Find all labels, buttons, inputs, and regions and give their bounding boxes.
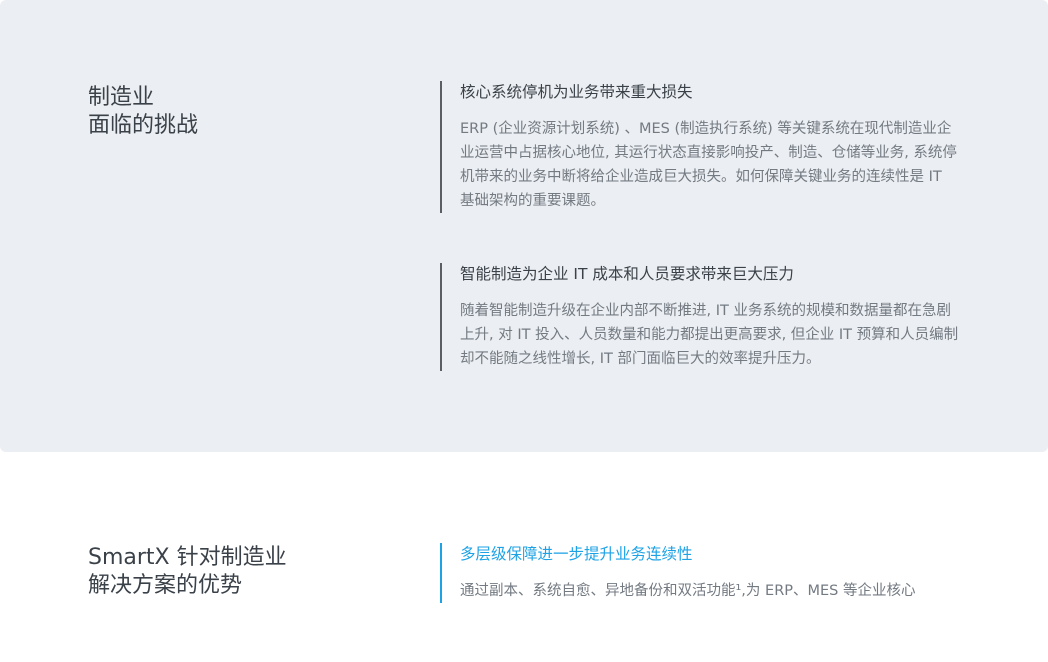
advantage-item-body: 通过副本、系统自愈、异地备份和双活功能¹,为 ERP、MES 等企业核心 <box>460 583 916 599</box>
challenge-item-downtime: 核心系统停机为业务带来重大损失 ERP (企业资源计划系统) 、MES (制造执… <box>440 81 960 213</box>
advantages-title-line1: SmartX 针对制造业 <box>88 545 287 570</box>
challenge-item-heading: 智能制造为企业 IT 成本和人员要求带来巨大压力 <box>460 265 794 283</box>
challenges-title: 制造业 面临的挑战 <box>88 84 198 140</box>
advantages-section: SmartX 针对制造业 解决方案的优势 多层级保障进一步提升业务连续性 通过副… <box>0 462 1048 662</box>
advantage-item-heading: 多层级保障进一步提升业务连续性 <box>460 545 693 563</box>
challenge-item-cost-pressure: 智能制造为企业 IT 成本和人员要求带来巨大压力 随着智能制造升级在企业内部不断… <box>440 263 960 371</box>
challenges-title-line1: 制造业 <box>88 85 155 110</box>
advantage-item-continuity: 多层级保障进一步提升业务连续性 通过副本、系统自愈、异地备份和双活功能¹,为 E… <box>440 543 960 603</box>
challenge-item-body: ERP (企业资源计划系统) 、MES (制造执行系统) 等关键系统在现代制造业… <box>460 121 957 209</box>
challenge-item-body: 随着智能制造升级在企业内部不断推进, IT 业务系统的规模和数据量都在急剧上升,… <box>460 303 959 367</box>
challenges-section: 制造业 面临的挑战 核心系统停机为业务带来重大损失 ERP (企业资源计划系统)… <box>0 0 1048 452</box>
advantages-title: SmartX 针对制造业 解决方案的优势 <box>88 544 287 600</box>
challenge-item-heading: 核心系统停机为业务带来重大损失 <box>460 83 693 101</box>
advantages-title-line2: 解决方案的优势 <box>88 573 243 598</box>
challenges-title-line2: 面临的挑战 <box>88 113 199 138</box>
